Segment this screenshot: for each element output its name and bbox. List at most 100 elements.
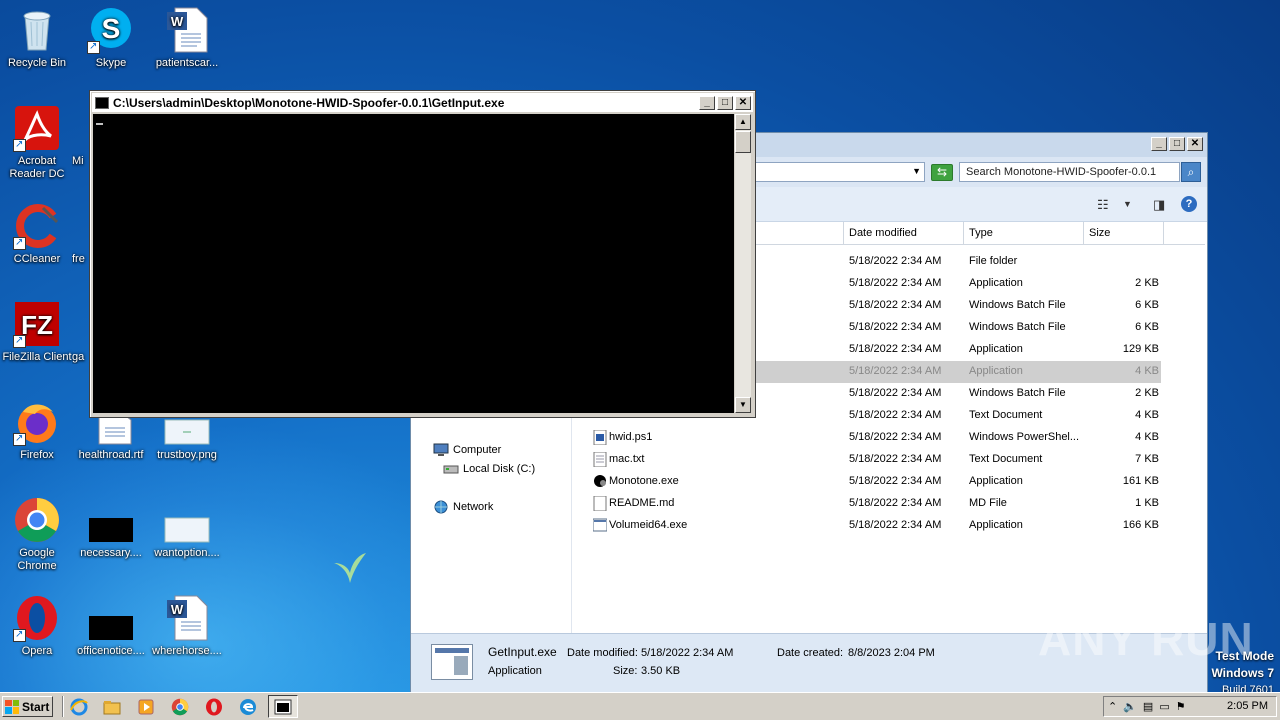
word-doc-icon: W <box>163 594 211 642</box>
chevron-down-icon[interactable]: ▼ <box>1123 199 1132 209</box>
maximize-button[interactable]: □ <box>1169 137 1185 151</box>
network-tray-icon[interactable]: ▤ <box>1143 700 1153 713</box>
desktop-icon-patientscar[interactable]: W patientscar... <box>150 6 224 70</box>
start-label: Start <box>22 699 50 714</box>
desktop-icon-opera[interactable]: Opera <box>0 594 74 658</box>
start-button[interactable]: Start <box>2 696 53 717</box>
desktop-icon-skype[interactable]: S Skype <box>74 6 148 70</box>
table-row[interactable]: hwid.ps1 5/18/2022 2:34 AM Windows PowerSh… <box>585 427 1161 449</box>
shortcut-arrow-icon <box>13 334 26 348</box>
console-icon <box>274 699 292 714</box>
power-icon[interactable]: ▭ <box>1159 700 1169 713</box>
file-size: 6 KB <box>1135 299 1159 311</box>
media-player-icon[interactable] <box>136 697 156 717</box>
text-file-icon <box>593 451 607 468</box>
desktop-icon-label: Recycle Bin <box>7 57 67 69</box>
file-type: Windows Batch File <box>969 321 1066 333</box>
close-button[interactable]: ✕ <box>735 95 751 110</box>
vertical-scrollbar[interactable]: ▲ ▼ <box>735 114 751 413</box>
file-name: README.md <box>609 497 675 509</box>
file-type: Text Document <box>969 453 1043 465</box>
opera-icon[interactable] <box>204 697 224 717</box>
minimize-button[interactable]: _ <box>699 95 715 110</box>
refresh-button[interactable]: ⇆ <box>931 164 953 181</box>
word-doc-icon: W <box>163 6 211 54</box>
svg-text:W: W <box>171 602 184 617</box>
chevron-down-icon[interactable]: ▼ <box>912 166 921 176</box>
desktop-icon-label: officenotice.... <box>77 645 145 657</box>
minimize-button[interactable]: _ <box>1151 137 1167 151</box>
desktop-icon-label: necessary.... <box>80 547 142 559</box>
desktop-icon-necessary[interactable]: necessary.... <box>74 496 148 560</box>
file-type: MD File <box>969 497 1007 509</box>
black-file-icon <box>87 594 135 642</box>
console-title: C:\Users\admin\Desktop\Monotone-HWID-Spo… <box>113 95 505 110</box>
explorer-titlebar[interactable]: _ □ ✕ <box>755 133 1207 157</box>
table-row[interactable]: Monotone.exe 5/18/2022 2:34 AM Application… <box>585 471 1161 493</box>
desktop-icon-firefox[interactable]: Firefox <box>0 398 74 462</box>
action-center-flag-icon[interactable]: ⚑ <box>1176 700 1186 713</box>
taskbar-console-window[interactable] <box>268 695 298 718</box>
address-bar[interactable]: ▼ <box>755 162 925 182</box>
scroll-down-arrow-icon[interactable]: ▼ <box>735 397 751 413</box>
explorer-toolbar: ☷ ▼ ◨ ? <box>755 187 1207 222</box>
chrome-icon <box>13 496 61 544</box>
windows-logo-icon <box>5 699 19 714</box>
preview-pane-icon[interactable]: ◨ <box>1153 197 1165 213</box>
desktop-icon-wherehorse[interactable]: W wherehorse.... <box>150 594 224 658</box>
close-button[interactable]: ✕ <box>1187 137 1203 151</box>
svg-text:S: S <box>102 13 121 44</box>
desktop-icon-chrome[interactable]: Google Chrome <box>0 496 74 573</box>
file-type: Application <box>969 277 1023 289</box>
image-file-icon <box>163 496 211 544</box>
blank-file-icon <box>593 495 607 512</box>
column-extra[interactable] <box>1163 222 1205 244</box>
file-type: Text Document <box>969 409 1043 421</box>
column-type[interactable]: Type <box>963 222 1083 244</box>
table-row[interactable]: README.md 5/18/2022 2:34 AM MD File 1 KB <box>585 493 1161 515</box>
desktop-icon-acrobat[interactable]: Acrobat Reader DC <box>0 104 74 181</box>
search-input[interactable]: Search Monotone-HWID-Spoofer-0.0.1 <box>959 162 1180 182</box>
console-output[interactable] <box>93 114 734 413</box>
console-titlebar[interactable]: C:\Users\admin\Desktop\Monotone-HWID-Spo… <box>92 93 753 112</box>
file-date-modified: 5/18/2022 2:34 AM <box>849 365 942 377</box>
file-date-modified: 5/18/2022 2:34 AM <box>849 497 942 509</box>
test-mode-notice: Test Mode Windows 7 Build 7601 <box>1211 648 1274 698</box>
table-row[interactable]: mac.txt 5/18/2022 2:34 AM Text Document 7 K… <box>585 449 1161 471</box>
nav-item-computer[interactable]: Computer <box>433 443 501 457</box>
scroll-up-arrow-icon[interactable]: ▲ <box>735 114 751 130</box>
table-row[interactable]: Volumeid64.exe 5/18/2022 2:34 AM Applicati… <box>585 515 1161 537</box>
nav-item-local-disk[interactable]: Local Disk (C:) <box>443 462 535 476</box>
desktop-icon-recycle-bin[interactable]: Recycle Bin <box>0 6 74 70</box>
column-date-modified[interactable]: Date modified <box>843 222 963 244</box>
file-explorer-icon[interactable] <box>102 697 122 717</box>
ie-icon[interactable] <box>69 697 89 717</box>
column-size[interactable]: Size <box>1083 222 1163 244</box>
show-hidden-icons-icon[interactable]: ⌃ <box>1108 700 1117 713</box>
help-icon[interactable]: ? <box>1181 196 1197 212</box>
window-controls: _ □ ✕ <box>1151 137 1205 151</box>
file-size: 2 KB <box>1135 277 1159 289</box>
details-date-created-label: Date created: <box>777 647 844 659</box>
scroll-thumb[interactable] <box>735 131 751 153</box>
desktop-icon-label: trustboy.png <box>157 449 217 461</box>
details-file-name: GetInput.exe <box>488 645 557 659</box>
desktop-icon-ccleaner[interactable]: CCleaner <box>0 202 74 266</box>
desktop-icon-wantoption[interactable]: wantoption.... <box>150 496 224 560</box>
desktop-icon-filezilla[interactable]: FZ FileZilla Client <box>0 300 74 364</box>
view-options-icon[interactable]: ☷ <box>1097 197 1109 213</box>
file-type: Windows Batch File <box>969 387 1066 399</box>
taskbar-separator <box>62 696 64 717</box>
desktop-icon-label: wherehorse.... <box>152 645 222 657</box>
chrome-icon[interactable] <box>170 697 190 717</box>
search-icon[interactable]: ⌕ <box>1181 162 1201 182</box>
maximize-button[interactable]: □ <box>717 95 733 110</box>
system-tray: ⌃ 🔈 ▤ ▭ ⚑ 2:05 PM <box>1103 696 1277 717</box>
speaker-icon[interactable]: 🔈 <box>1123 700 1137 713</box>
edge-icon[interactable] <box>238 697 258 717</box>
file-type: Windows Batch File <box>969 299 1066 311</box>
computer-icon <box>433 443 449 457</box>
nav-item-network[interactable]: Network <box>433 500 493 514</box>
desktop-icon-officenotice[interactable]: officenotice.... <box>74 594 148 658</box>
clock[interactable]: 2:05 PM <box>1227 700 1268 712</box>
